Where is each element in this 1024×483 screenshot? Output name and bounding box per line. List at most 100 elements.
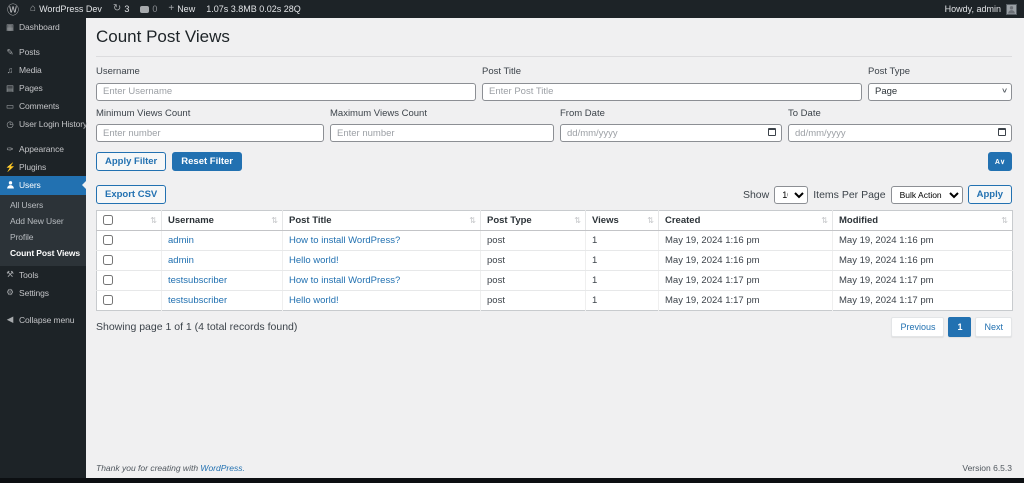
comments-icon	[140, 6, 149, 13]
howdy-menu[interactable]: Howdy, admin	[945, 4, 1001, 14]
select-all-checkbox[interactable]	[103, 215, 113, 225]
sort-icon: ⇅	[647, 216, 654, 225]
post-title-link[interactable]: How to install WordPress?	[289, 275, 400, 286]
post-title-label: Post Title	[482, 66, 862, 77]
views-cell: 1	[586, 251, 659, 271]
sidebar-item-plugins[interactable]: ⚡ Plugins	[0, 158, 86, 176]
sidebar-item-dashboard[interactable]: ▦ Dashboard	[0, 18, 86, 36]
admin-bar-left: Ⓦ ⌂ WordPress Dev ↻ 3 0 + New 1.07s 3.8M…	[0, 1, 301, 18]
post-title-link[interactable]: How to install WordPress?	[289, 235, 400, 246]
post-title-link[interactable]: Hello world!	[289, 295, 339, 306]
max-views-input[interactable]	[330, 124, 554, 142]
show-label: Show	[743, 189, 769, 201]
export-csv-button[interactable]: Export CSV	[96, 185, 166, 204]
post-title-link[interactable]: Hello world!	[289, 255, 339, 266]
site-name-menu[interactable]: ⌂ WordPress Dev	[30, 4, 102, 14]
sidebar-item-label: Comments	[19, 101, 59, 111]
footer-thanks: Thank you for creating with WordPress.	[96, 463, 245, 473]
calendar-icon[interactable]	[998, 128, 1006, 136]
next-page-button[interactable]: Next	[975, 317, 1012, 337]
settings-icon: ⚙	[5, 288, 15, 297]
to-date-input[interactable]	[788, 124, 1012, 142]
filter-actions: Apply Filter Reset Filter A∨	[96, 152, 1012, 171]
main-content: Count Post Views Username Post Title Pos…	[86, 18, 1024, 483]
az-toggle-button[interactable]: A∨	[988, 152, 1012, 171]
sidebar-item-label: Tools	[19, 270, 38, 280]
avatar[interactable]	[1006, 4, 1017, 15]
sidebar-item-label: Settings	[19, 288, 49, 298]
post-title-input[interactable]	[482, 83, 862, 101]
collapse-menu-button[interactable]: ◀ Collapse menu	[0, 311, 86, 329]
min-views-input[interactable]	[96, 124, 324, 142]
users-icon	[5, 180, 15, 191]
column-header-views[interactable]: Views ⇅	[586, 211, 659, 231]
sidebar-item-tools[interactable]: ⚒ Tools	[0, 266, 86, 284]
views-cell: 1	[586, 291, 659, 311]
wordpress-logo-icon[interactable]: Ⓦ	[7, 1, 19, 18]
apply-filter-button[interactable]: Apply Filter	[96, 152, 166, 171]
username-input[interactable]	[96, 83, 476, 101]
updates-menu[interactable]: ↻ 3	[113, 4, 129, 14]
username-link[interactable]: admin	[168, 255, 194, 266]
bulk-apply-button[interactable]: Apply	[968, 185, 1012, 204]
column-header-post-title[interactable]: Post Title ⇅	[283, 211, 481, 231]
home-icon: ⌂	[30, 4, 36, 14]
from-date-input[interactable]	[560, 124, 782, 142]
plus-icon: +	[168, 4, 174, 14]
submenu-item-count-post-views[interactable]: Count Post Views	[0, 245, 86, 261]
comments-menu[interactable]: 0	[140, 4, 157, 14]
sidebar-item-users[interactable]: Users	[0, 176, 86, 195]
sidebar-item-posts[interactable]: ✎ Posts	[0, 43, 86, 61]
table-toolbar: Export CSV Show 10 Items Per Page Bulk A…	[96, 185, 1012, 204]
min-views-label: Minimum Views Count	[96, 108, 324, 119]
wordpress-link[interactable]: WordPress.	[200, 463, 244, 473]
sidebar-item-settings[interactable]: ⚙ Settings	[0, 284, 86, 302]
sidebar-item-label: Dashboard	[19, 22, 60, 32]
row-checkbox[interactable]	[103, 255, 113, 265]
from-date-label: From Date	[560, 108, 782, 119]
post-type-select[interactable]: Page	[868, 83, 1012, 101]
row-checkbox[interactable]	[103, 275, 113, 285]
sort-icon: ⇅	[469, 216, 476, 225]
comments-icon: ▭	[5, 102, 15, 111]
previous-page-button[interactable]: Previous	[891, 317, 944, 337]
post-type-cell: post	[481, 251, 586, 271]
sidebar: ▦ Dashboard ✎ Posts ♫ Media ▤ Pages ▭ Co…	[0, 18, 86, 483]
tools-icon: ⚒	[5, 270, 15, 279]
sidebar-item-comments[interactable]: ▭ Comments	[0, 97, 86, 115]
sidebar-item-appearance[interactable]: ✑ Appearance	[0, 140, 86, 158]
sidebar-item-pages[interactable]: ▤ Pages	[0, 79, 86, 97]
username-link[interactable]: testsubscriber	[168, 295, 227, 306]
items-per-page-select[interactable]: 10	[774, 186, 808, 204]
to-date-label: To Date	[788, 108, 1012, 119]
bulk-actions-select[interactable]: Bulk Actions	[891, 186, 963, 204]
current-page-button[interactable]: 1	[948, 317, 971, 337]
reset-filter-button[interactable]: Reset Filter	[172, 152, 242, 171]
submenu-item-add-new-user[interactable]: Add New User	[0, 213, 86, 229]
pager: Previous 1 Next	[891, 317, 1012, 337]
performance-stats[interactable]: 1.07s 3.8MB 0.02s 28Q	[206, 4, 301, 14]
sidebar-item-label: Appearance	[19, 144, 64, 154]
row-checkbox[interactable]	[103, 235, 113, 245]
sidebar-item-media[interactable]: ♫ Media	[0, 61, 86, 79]
post-type-label: Post Type	[868, 66, 1012, 77]
row-checkbox[interactable]	[103, 295, 113, 305]
comments-count: 0	[152, 4, 157, 14]
table-row: testsubscriber Hello world! post 1 May 1…	[97, 291, 1013, 311]
media-icon: ♫	[5, 66, 15, 75]
select-all-header[interactable]: ⇅	[97, 211, 162, 231]
new-content-menu[interactable]: + New	[168, 4, 195, 14]
sidebar-item-label: Users	[19, 180, 41, 190]
column-header-created[interactable]: Created ⇅	[659, 211, 833, 231]
submenu-item-all-users[interactable]: All Users	[0, 197, 86, 213]
column-header-modified[interactable]: Modified ⇅	[833, 211, 1013, 231]
calendar-icon[interactable]	[768, 128, 776, 136]
sort-icon: ⇅	[271, 216, 278, 225]
username-link[interactable]: testsubscriber	[168, 275, 227, 286]
sidebar-item-user-login-history[interactable]: ◷ User Login History	[0, 115, 86, 133]
username-link[interactable]: admin	[168, 235, 194, 246]
column-header-post-type[interactable]: Post Type ⇅	[481, 211, 586, 231]
column-header-username[interactable]: Username ⇅	[162, 211, 283, 231]
submenu-item-profile[interactable]: Profile	[0, 229, 86, 245]
menu-separator	[0, 36, 86, 43]
